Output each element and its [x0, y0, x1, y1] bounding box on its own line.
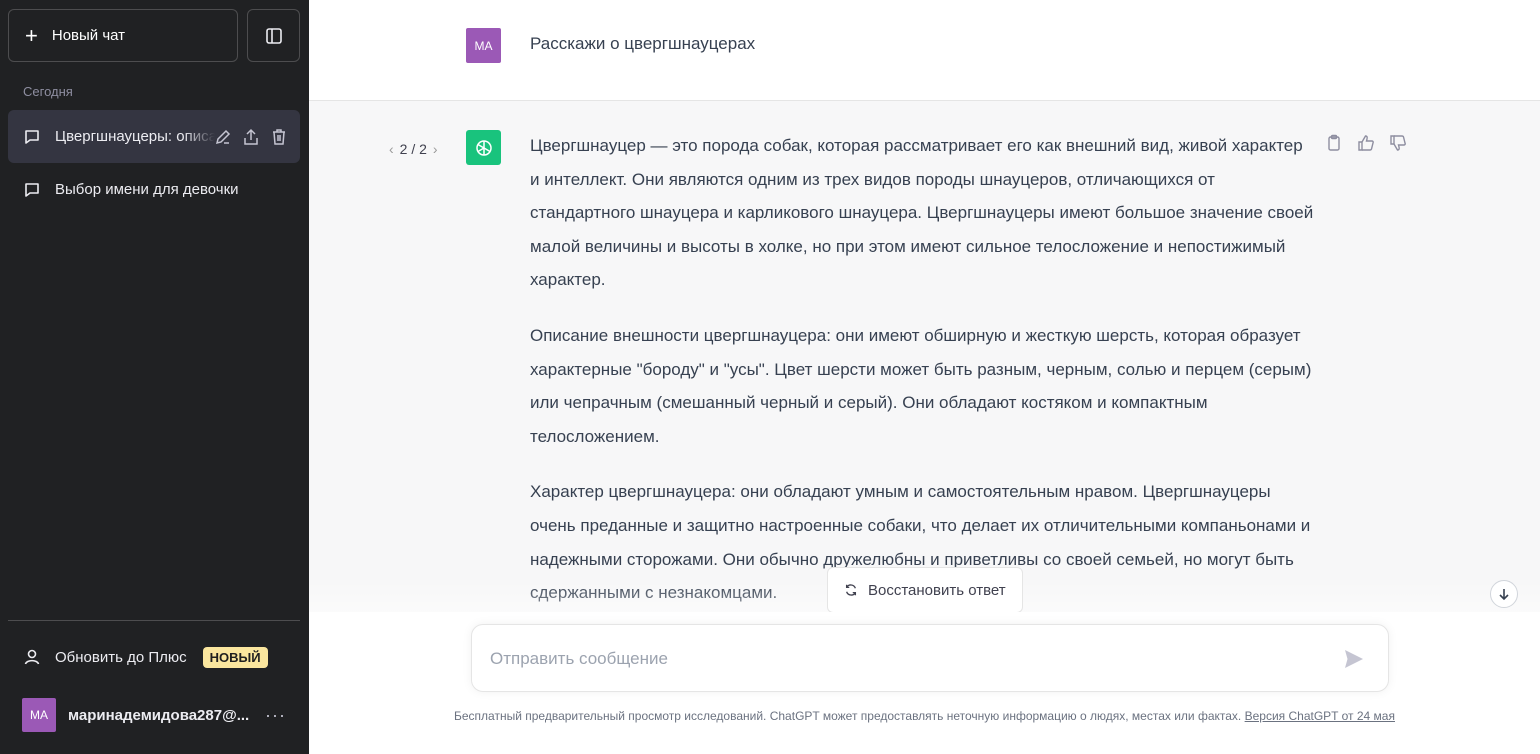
thumbs-down-icon[interactable] — [1389, 134, 1407, 152]
more-options-icon[interactable]: ··· — [265, 705, 286, 726]
chat-bubble-icon — [25, 129, 39, 144]
answer-paragraph: Описание внешности цвергшнауцера: они им… — [530, 325, 1312, 446]
chat-item-actions — [214, 128, 288, 146]
regenerate-label: Восстановить ответ — [868, 581, 1006, 599]
answer-paragraph: Цвергшнауцер — это порода собак, которая… — [530, 136, 1314, 290]
chat-title: Цвергшнауцеры: описание — [55, 128, 215, 145]
share-icon[interactable] — [242, 128, 260, 146]
app-root: + Новый чат Сегодня Цвергшнауцеры: описа… — [0, 0, 1540, 754]
regenerate-button[interactable]: Восстановить ответ — [827, 567, 1023, 613]
scroll-down-button[interactable] — [1490, 580, 1518, 608]
assistant-answer: Цвергшнауцер — это порода собак, которая… — [530, 129, 1315, 632]
user-message-text: Расскажи о цвергшнауцерах — [530, 34, 756, 53]
pager-next-button[interactable]: › — [433, 141, 438, 157]
new-chat-label: Новый чат — [51, 27, 126, 44]
chat-title: Выбор имени для девочки — [55, 181, 239, 198]
refresh-icon — [845, 584, 857, 596]
main-chat-area: MA Расскажи о цвергшнауцерах ‹ 2 / 2 › Ц… — [309, 0, 1540, 754]
edit-icon[interactable] — [214, 128, 232, 146]
user-icon — [24, 649, 40, 665]
avatar: MA — [22, 698, 56, 732]
message-input[interactable] — [490, 643, 1320, 675]
user-message-row: MA Расскажи о цвергшнауцерах — [309, 0, 1540, 101]
plus-icon: + — [25, 22, 38, 48]
version-link[interactable]: Версия ChatGPT от 24 мая — [1245, 709, 1395, 723]
new-badge: НОВЫЙ — [202, 646, 268, 668]
new-chat-button[interactable]: + Новый чат — [8, 9, 238, 62]
sidebar: + Новый чат Сегодня Цвергшнауцеры: описа… — [0, 0, 309, 754]
composer-zone: Бесплатный предварительный просмотр иссл… — [309, 612, 1540, 754]
disclaimer-text: Бесплатный предварительный просмотр иссл… — [454, 709, 1245, 723]
sidebar-toggle-icon — [265, 27, 282, 44]
copy-icon[interactable] — [1325, 134, 1343, 152]
sidebar-divider — [8, 620, 300, 621]
section-label-today: Сегодня — [23, 84, 73, 99]
sidebar-chat-item[interactable]: Выбор имени для девочки — [8, 163, 300, 216]
upgrade-label: Обновить до Плюс — [55, 648, 187, 666]
chatgpt-logo-icon — [466, 130, 501, 165]
delete-icon[interactable] — [270, 128, 288, 146]
avatar: MA — [466, 28, 501, 63]
upgrade-plus-button[interactable]: Обновить до Плюс НОВЫЙ — [8, 632, 300, 682]
response-pager: ‹ 2 / 2 › — [389, 141, 438, 157]
pager-prev-button[interactable]: ‹ — [389, 141, 394, 157]
pager-count: 2 / 2 — [399, 141, 427, 157]
user-email: маринадемидова287@... — [68, 706, 250, 724]
message-actions — [1325, 134, 1407, 152]
user-account-button[interactable]: MA маринадемидова287@... ··· — [8, 690, 300, 740]
chat-bubble-icon — [25, 182, 39, 197]
send-icon[interactable] — [1342, 647, 1366, 671]
arrow-down-icon — [1499, 589, 1509, 601]
message-composer — [471, 624, 1389, 692]
toggle-sidebar-button[interactable] — [247, 9, 300, 62]
sidebar-chat-item-active[interactable]: Цвергшнауцеры: описание — [8, 110, 300, 163]
disclaimer: Бесплатный предварительный просмотр иссл… — [309, 709, 1540, 723]
thumbs-up-icon[interactable] — [1357, 134, 1375, 152]
